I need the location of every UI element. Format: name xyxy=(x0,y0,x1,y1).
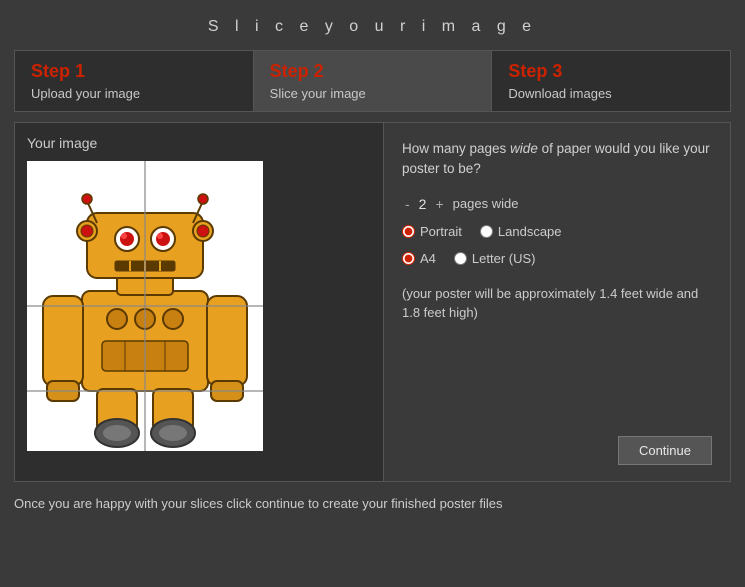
letter-label: Letter (US) xyxy=(472,251,536,266)
options-panel: How many pages wide of paper would you l… xyxy=(384,122,731,482)
approx-text: (your poster will be approximately 1.4 f… xyxy=(402,284,712,323)
steps-bar: Step 1 Upload your image Step 2 Slice yo… xyxy=(14,50,731,112)
continue-row: Continue xyxy=(402,436,712,465)
decrease-pages-button[interactable]: - xyxy=(402,197,413,211)
letter-option[interactable]: Letter (US) xyxy=(454,251,536,266)
a4-label: A4 xyxy=(420,251,436,266)
pages-wide-row: - 2 + pages wide xyxy=(402,196,712,212)
pages-value: 2 xyxy=(419,196,427,212)
step1-number: Step 1 xyxy=(31,61,237,82)
a4-radio[interactable] xyxy=(402,252,415,265)
step3[interactable]: Step 3 Download images xyxy=(492,51,730,111)
letter-radio[interactable] xyxy=(454,252,467,265)
portrait-radio[interactable] xyxy=(402,225,415,238)
page-title: S l i c e y o u r i m a g e xyxy=(0,0,745,50)
step1[interactable]: Step 1 Upload your image xyxy=(15,51,254,111)
paper-size-row: A4 Letter (US) xyxy=(402,251,712,266)
image-panel-title: Your image xyxy=(27,135,371,151)
main-content: Your image xyxy=(14,122,731,482)
question-text-1: How many pages xyxy=(402,141,510,156)
step3-number: Step 3 xyxy=(508,61,714,82)
step1-label: Upload your image xyxy=(31,86,237,101)
pages-wide-label: pages wide xyxy=(453,196,519,211)
bottom-bar: Once you are happy with your slices clic… xyxy=(14,492,731,515)
continue-button[interactable]: Continue xyxy=(618,436,712,465)
step2[interactable]: Step 2 Slice your image xyxy=(254,51,493,111)
robot-image-container xyxy=(27,161,263,451)
image-panel: Your image xyxy=(14,122,384,482)
landscape-option[interactable]: Landscape xyxy=(480,224,562,239)
portrait-label: Portrait xyxy=(420,224,462,239)
landscape-label: Landscape xyxy=(498,224,562,239)
robot-illustration xyxy=(27,161,263,451)
landscape-radio[interactable] xyxy=(480,225,493,238)
step2-number: Step 2 xyxy=(270,61,476,82)
question-wide: wide xyxy=(510,141,538,156)
a4-option[interactable]: A4 xyxy=(402,251,436,266)
orientation-row: Portrait Landscape xyxy=(402,224,712,239)
step3-label: Download images xyxy=(508,86,714,101)
portrait-option[interactable]: Portrait xyxy=(402,224,462,239)
step2-label: Slice your image xyxy=(270,86,476,101)
increase-pages-button[interactable]: + xyxy=(432,197,446,211)
options-question: How many pages wide of paper would you l… xyxy=(402,139,712,180)
